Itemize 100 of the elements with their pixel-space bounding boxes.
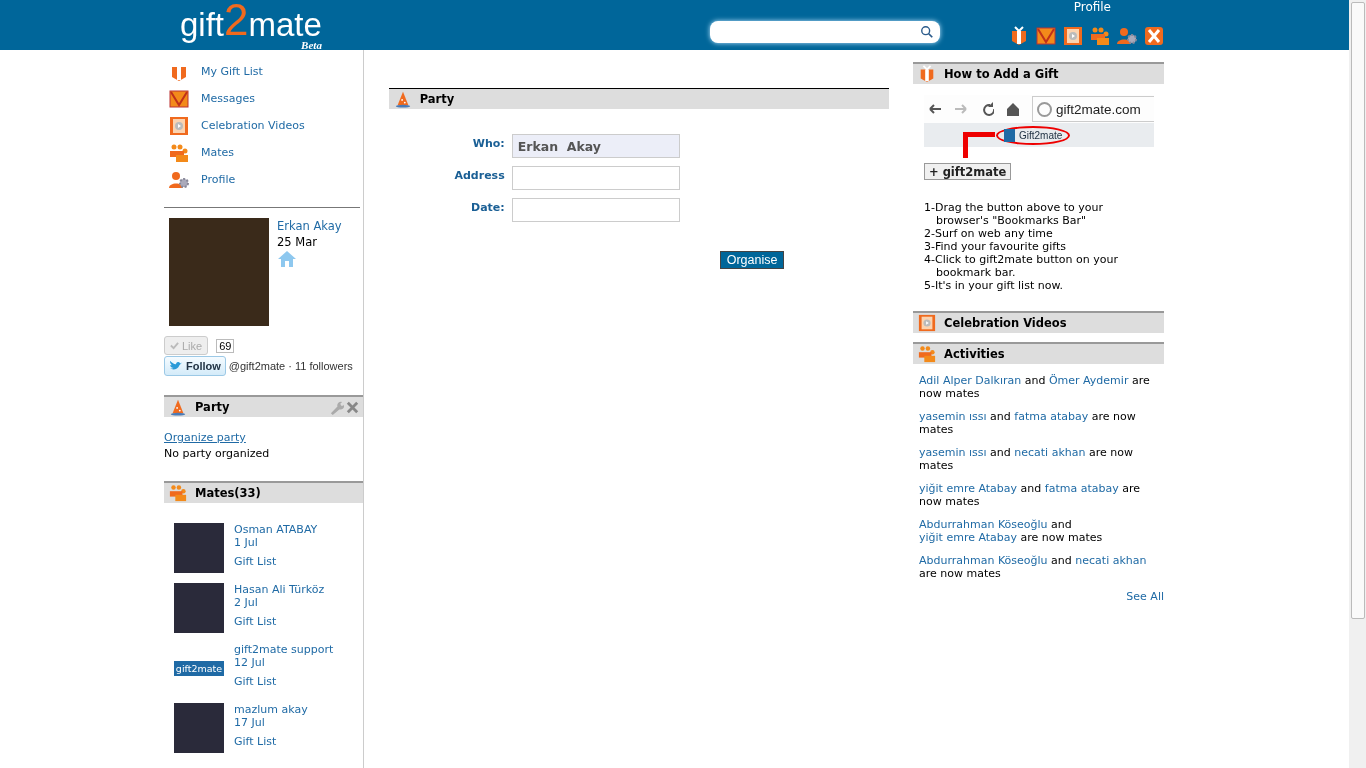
activity-entry: yasemin ıssı and necati akhan are now mates xyxy=(919,446,1134,472)
gift-icon xyxy=(1009,26,1029,46)
profile-link[interactable]: Profile xyxy=(1073,0,1111,14)
mate-link[interactable]: yiğit emre Atabay xyxy=(919,531,1018,544)
section-title: Celebration Videos xyxy=(944,316,1067,330)
scrollbar-thumb[interactable] xyxy=(1351,2,1365,619)
reload-icon xyxy=(980,102,994,116)
mate-link[interactable]: Abdurrahman Köseoğlu xyxy=(919,518,1048,531)
see-all-link[interactable]: See All xyxy=(1126,590,1164,603)
photo-placeholder[interactable] xyxy=(174,523,224,573)
instruction-step: 5-It's in your gift list now. xyxy=(924,279,1154,292)
party-hat-icon xyxy=(169,398,187,416)
people-icon xyxy=(169,484,187,502)
sidebar-item[interactable]: Celebration Videos xyxy=(201,119,305,132)
mate-name[interactable]: Hasan Ali Türköz xyxy=(234,583,325,596)
activity-entry: Adil Alper Dalkıran and Ömer Aydemir are now mates xyxy=(919,374,1151,400)
pointer-line xyxy=(963,132,995,158)
gift-list-link[interactable]: Gift List xyxy=(234,675,334,688)
mate-link[interactable]: necati akhan xyxy=(1014,446,1086,459)
mate-name[interactable]: gift2mate support xyxy=(234,643,334,656)
sidebar-item[interactable]: My Gift List xyxy=(201,65,263,78)
organize-party-link[interactable]: Organize party xyxy=(164,430,363,446)
input-field[interactable] xyxy=(511,198,680,222)
gift-list-link[interactable]: Gift List xyxy=(234,735,308,748)
section-header[interactable]: Celebration Videos xyxy=(913,311,1164,333)
mate-link[interactable]: necati akhan xyxy=(1075,554,1147,567)
field-label: Who: xyxy=(471,136,505,150)
like-count: 69 xyxy=(216,338,235,353)
section-title: Mates(33) xyxy=(195,486,261,500)
home-icon xyxy=(1006,102,1020,116)
film-icon xyxy=(169,115,189,136)
sidebar-item[interactable]: Profile xyxy=(201,173,236,186)
mate-link[interactable]: yasemin ıssı xyxy=(919,410,987,423)
activity-entry: Abdurrahman Köseoğlu and necati akhan are now mates xyxy=(919,554,1148,580)
field-label: Address xyxy=(453,168,505,182)
scrollbar[interactable] xyxy=(1349,0,1366,768)
mate-link[interactable]: yiğit emre Atabay xyxy=(919,482,1018,495)
section-title: Activities xyxy=(944,347,1005,361)
home-icon[interactable] xyxy=(277,250,297,268)
close-icon[interactable] xyxy=(344,399,360,415)
film-icon xyxy=(918,314,936,332)
mate-link[interactable]: Abdurrahman Köseoğlu xyxy=(919,554,1048,567)
instruction-step: 1-Drag the button above to your browser's "Bookmarks Bar" xyxy=(924,201,1154,227)
user-gear-icon xyxy=(1117,26,1137,46)
user-name[interactable]: Erkan Akay xyxy=(277,218,342,234)
instruction-step: 2-Surf on web any time xyxy=(924,227,1154,240)
search-field[interactable] xyxy=(709,21,940,43)
sidebar-item[interactable]: Mates xyxy=(201,146,235,159)
search-icon[interactable] xyxy=(919,25,934,39)
film-icon xyxy=(1063,26,1083,46)
gift-list-link[interactable]: Gift List xyxy=(234,615,325,628)
mate-link[interactable]: fatma atabay xyxy=(1014,410,1089,423)
envelope-icon xyxy=(169,88,189,109)
birth-date: 25 Mar xyxy=(277,234,318,250)
field-label: Date: xyxy=(470,200,505,214)
mate-date: 12 Jul xyxy=(234,656,266,669)
instruction-step: 4-Click to gift2mate button on your bookmark bar. xyxy=(924,253,1154,279)
mate-link[interactable]: Adil Alper Dalkıran xyxy=(919,374,1022,387)
section-title: How to Add a Gift xyxy=(944,67,1059,81)
activity-entry: yasemin ıssı and fatma atabay are now mates xyxy=(919,410,1137,436)
check-icon xyxy=(170,340,179,350)
people-icon xyxy=(1090,26,1110,46)
activity-entry: yiğit emre Atabay and fatma atabay are now mates xyxy=(919,482,1141,508)
back-arrow-icon xyxy=(928,102,942,116)
gift-icon xyxy=(918,65,936,83)
organise-button[interactable]: Organise xyxy=(719,251,785,269)
mate-name[interactable]: mazlum akay xyxy=(234,703,308,716)
mate-date: 2 Jul xyxy=(234,596,259,609)
section-title: Party xyxy=(195,400,230,414)
envelope-icon xyxy=(1036,26,1056,46)
mate-name[interactable]: Osman ATABAY xyxy=(234,523,318,536)
people-icon xyxy=(169,142,189,163)
logo[interactable]: gift2mate Beta xyxy=(180,2,322,50)
mate-date: 17 Jul xyxy=(234,716,266,729)
sidebar-item[interactable]: Messages xyxy=(201,92,255,105)
user-gear-icon xyxy=(169,169,189,190)
mate-link[interactable]: yasemin ıssı xyxy=(919,446,987,459)
follow-button[interactable]: Follow xyxy=(164,356,226,376)
bird-icon xyxy=(169,360,183,372)
gift-list-link[interactable]: Gift List xyxy=(234,555,318,568)
party-status: No party organized xyxy=(164,446,271,462)
party-hat-icon xyxy=(393,90,412,108)
mate-link[interactable]: Ömer Aydemir xyxy=(1048,374,1129,387)
mate-link[interactable]: fatma atabay xyxy=(1044,482,1119,495)
input-field[interactable] xyxy=(511,166,680,190)
logout-icon xyxy=(1144,26,1164,46)
follower-count: · 11 followers xyxy=(288,360,353,372)
wrench-icon[interactable] xyxy=(328,399,344,415)
activity-entry: Abdurrahman Köseoğlu and yiğit emre Atabay are now mates xyxy=(919,518,1104,544)
instruction-step: 3-Find your favourite gifts xyxy=(924,240,1154,253)
mate-date: 1 Jul xyxy=(234,536,259,549)
section-title: Party xyxy=(419,92,455,106)
people-icon xyxy=(918,345,936,363)
address-bar: gift2mate.com xyxy=(1032,96,1154,122)
bookmark-highlight: Gift2mate xyxy=(996,125,1071,145)
bookmarklet-button[interactable]: + gift2mate xyxy=(924,163,1012,180)
photo-placeholder[interactable] xyxy=(174,583,224,633)
twitter-handle[interactable]: @gift2mate xyxy=(228,360,286,372)
forward-arrow-icon xyxy=(954,102,968,116)
photo-placeholder[interactable] xyxy=(174,703,224,753)
